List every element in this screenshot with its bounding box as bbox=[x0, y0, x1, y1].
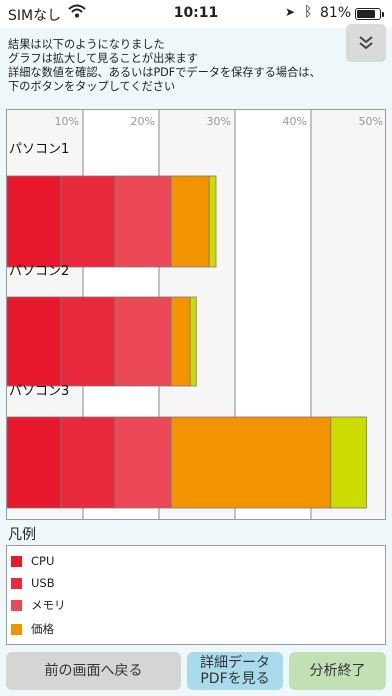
bar-segment-memory bbox=[114, 175, 172, 268]
x-tick-label: 30% bbox=[207, 115, 231, 128]
bar-segment-memory bbox=[114, 416, 172, 509]
back-button[interactable]: 前の画面へ戻る bbox=[6, 652, 181, 690]
legend-swatch bbox=[11, 623, 22, 635]
intro-line: 下のボタンをタップしてください bbox=[8, 80, 176, 93]
bar-segment-price bbox=[170, 296, 191, 387]
view-pdf-button-label: 詳細データ PDFを見る bbox=[200, 655, 270, 687]
legend-swatch bbox=[11, 555, 22, 567]
stacked-bar-chart: 10% 20% 30% 40% 50% パソコン1 パソコン2 パソコン3 bbox=[7, 110, 385, 519]
bar-segment-memory bbox=[114, 296, 172, 387]
category-label: パソコン2 bbox=[9, 264, 69, 279]
battery-icon bbox=[355, 8, 384, 20]
bar-segment-other bbox=[330, 416, 367, 509]
bluetooth-icon: ᛒ bbox=[304, 4, 313, 20]
intro-line: 詳細な数値を確認、あるいはPDFでデータを保存する場合は、 bbox=[8, 66, 321, 79]
view-pdf-line1: 詳細データ bbox=[200, 655, 270, 671]
x-tick-label: 50% bbox=[359, 115, 383, 128]
legend-swatch bbox=[11, 599, 22, 611]
legend-item-memory: メモリ bbox=[11, 597, 66, 613]
status-bar: SIMなし 10:11 ➤ ᛒ 81% bbox=[0, 0, 392, 28]
category-label: パソコン1 bbox=[9, 142, 69, 157]
legend-item-price: 価格 bbox=[11, 621, 54, 637]
bar-segment-other bbox=[208, 175, 217, 268]
back-button-label: 前の画面へ戻る bbox=[44, 663, 143, 679]
bar-segment-other bbox=[189, 296, 197, 387]
legend-label: メモリ bbox=[31, 598, 66, 612]
end-analysis-button-label: 分析終了 bbox=[309, 663, 366, 679]
end-analysis-button[interactable]: 分析終了 bbox=[289, 652, 386, 690]
bar-segment-cpu bbox=[7, 296, 62, 387]
x-tick-label: 10% bbox=[55, 115, 79, 128]
bar-segment-price bbox=[170, 416, 332, 509]
legend-label: CPU bbox=[31, 554, 55, 568]
double-chevron-down-icon bbox=[359, 36, 373, 50]
bar-segment-cpu bbox=[7, 175, 62, 268]
legend-item-cpu: CPU bbox=[11, 553, 54, 569]
intro-line: 結果は以下のようになりました bbox=[8, 38, 165, 51]
legend-label: USB bbox=[31, 576, 55, 590]
chart-container[interactable]: 10% 20% 30% 40% 50% パソコン1 パソコン2 パソコン3 bbox=[6, 109, 386, 520]
x-tick-label: 40% bbox=[283, 115, 307, 128]
legend-box: CPU USB メモリ 価格 bbox=[6, 545, 386, 645]
legend-swatch bbox=[11, 577, 22, 589]
bar-segment-usb bbox=[60, 175, 116, 268]
legend-title: 凡例 bbox=[8, 527, 36, 543]
bar-segment-usb bbox=[60, 296, 116, 387]
view-pdf-line2: PDFを見る bbox=[200, 671, 270, 687]
collapse-button[interactable] bbox=[346, 24, 386, 62]
bar-segment-price bbox=[170, 175, 210, 268]
view-pdf-button[interactable]: 詳細データ PDFを見る bbox=[187, 652, 283, 690]
bar-segment-usb bbox=[60, 416, 116, 509]
legend-label: 価格 bbox=[31, 622, 54, 636]
intro-text: 結果は以下のようになりました グラフは拡大して見ることが出来ます 詳細な数値を確… bbox=[8, 38, 338, 94]
legend-item-usb: USB bbox=[11, 575, 55, 591]
intro-line: グラフは拡大して見ることが出来ます bbox=[8, 52, 198, 65]
battery-percent: 81% bbox=[320, 5, 352, 21]
bar-segment-cpu bbox=[7, 416, 62, 509]
location-icon: ➤ bbox=[285, 5, 296, 19]
x-tick-label: 20% bbox=[131, 115, 155, 128]
category-label: パソコン3 bbox=[9, 384, 69, 399]
